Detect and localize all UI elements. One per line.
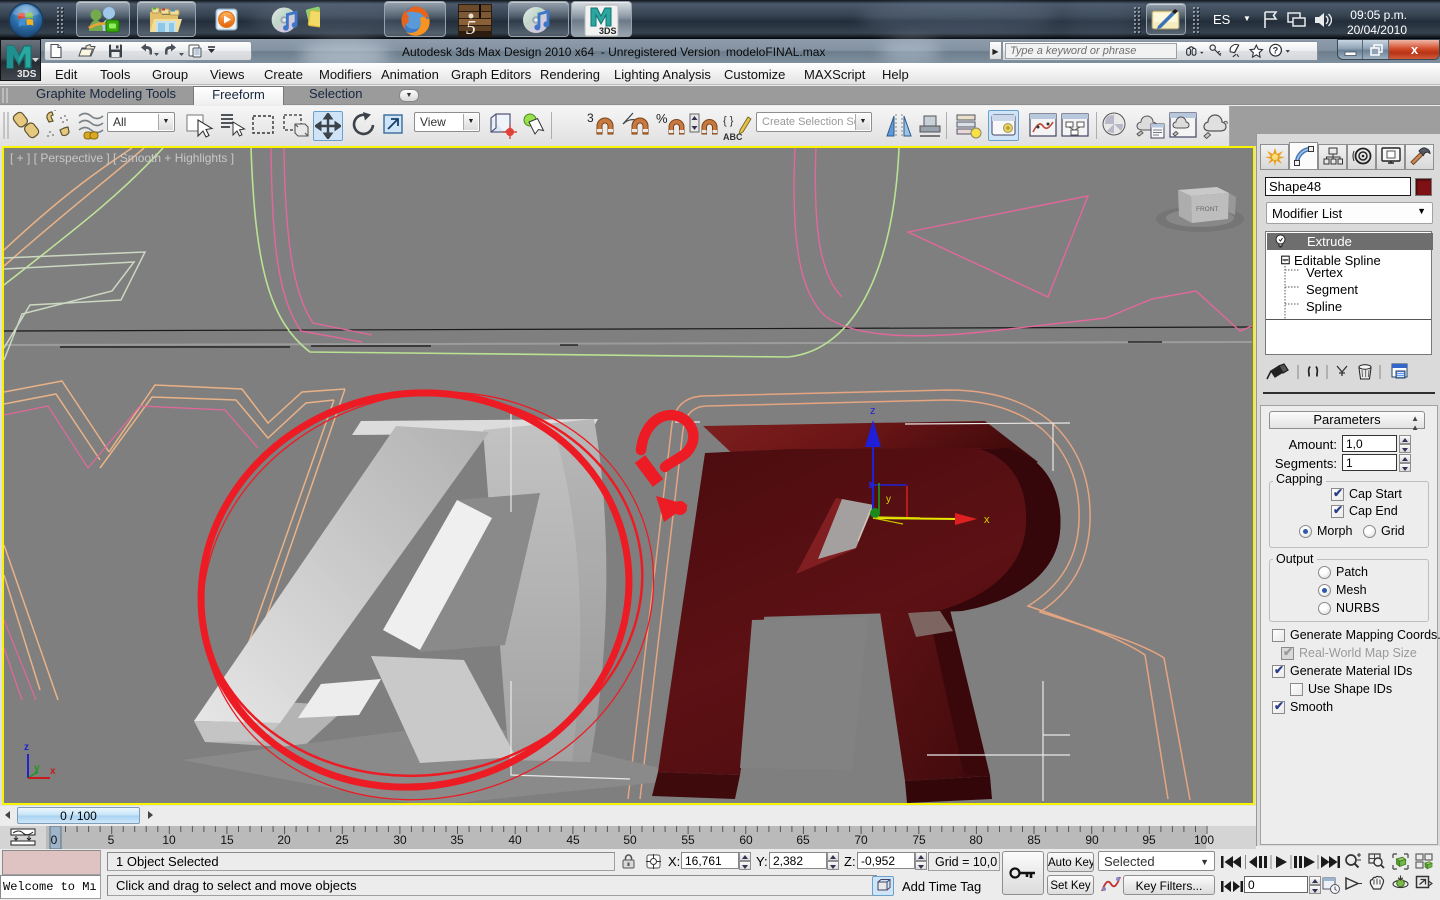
svg-text:80: 80 [969,833,983,847]
svg-text:x: x [984,514,990,526]
svg-text:20: 20 [277,833,291,847]
svg-text:65: 65 [796,833,810,847]
svg-text:x: x [50,766,56,777]
svg-text:FRONT: FRONT [1196,206,1218,213]
svg-text:55: 55 [681,833,695,847]
svg-text:35: 35 [450,833,464,847]
svg-text:5: 5 [108,833,115,847]
svg-text:70: 70 [854,833,868,847]
svg-text:0: 0 [51,833,58,847]
svg-text:z: z [24,742,29,753]
svg-text:3DS: 3DS [599,26,617,36]
svg-text:5: 5 [466,17,476,37]
svg-text:50: 50 [623,833,637,847]
svg-text:30: 30 [393,833,407,847]
svg-text:45: 45 [566,833,580,847]
svg-text:z: z [870,405,876,417]
svg-text:10: 10 [162,833,176,847]
svg-text:100: 100 [1194,833,1214,847]
svg-text:90: 90 [1085,833,1099,847]
svg-text:3: 3 [587,111,594,125]
svg-text:3DS: 3DS [17,69,37,79]
svg-text:15: 15 [220,833,234,847]
svg-text:[ + ] [ Perspective ] [ Smooth: [ + ] [ Perspective ] [ Smooth + Highlig… [10,151,234,165]
svg-text:85: 85 [1027,833,1041,847]
svg-text:{ }: { } [723,115,734,127]
svg-text:75: 75 [912,833,926,847]
svg-text:25: 25 [335,833,349,847]
svg-text:y: y [34,763,40,774]
svg-text:60: 60 [739,833,753,847]
svg-text:?: ? [1273,46,1279,56]
svg-text:40: 40 [508,833,522,847]
svg-text:y: y [886,494,891,505]
svg-text:%: % [656,111,668,126]
svg-text:95: 95 [1142,833,1156,847]
